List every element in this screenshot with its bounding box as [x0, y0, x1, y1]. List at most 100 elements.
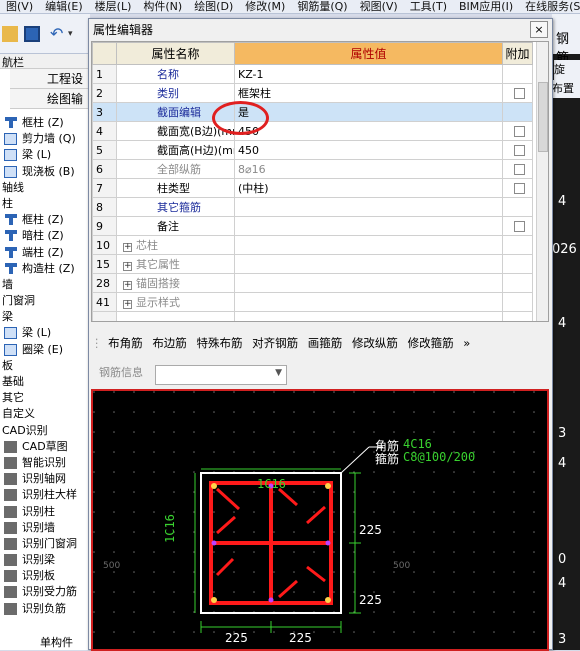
- property-row[interactable]: 3 截面编辑 是: [92, 102, 533, 122]
- nav-item[interactable]: 现浇板 (B): [0, 164, 89, 180]
- nav-item[interactable]: 剪力墙 (Q): [0, 131, 89, 147]
- nav-category[interactable]: 基础: [0, 374, 89, 390]
- property-row[interactable]: 6 全部纵筋 8⌀16: [92, 159, 533, 179]
- property-value[interactable]: [234, 254, 503, 274]
- scrollbar-thumb[interactable]: [538, 82, 548, 152]
- property-value[interactable]: (中柱): [234, 178, 503, 198]
- menu-item[interactable]: 钢筋量(Q): [291, 0, 353, 13]
- property-row[interactable]: 41 + 显示样式: [92, 292, 533, 312]
- menu-item[interactable]: 构件(N): [137, 0, 188, 13]
- extra-checkbox[interactable]: [514, 183, 525, 194]
- modify-stirrup-button[interactable]: 修改箍筋: [408, 332, 454, 354]
- property-value[interactable]: 8⌀16: [234, 159, 503, 179]
- property-row[interactable]: 28 + 锚固搭接: [92, 273, 533, 293]
- expand-icon[interactable]: +: [123, 281, 132, 290]
- nav-category[interactable]: 墙: [0, 277, 89, 293]
- extra-checkbox[interactable]: [514, 164, 525, 175]
- menu-item[interactable]: 工具(T): [404, 0, 453, 13]
- nav-item[interactable]: 梁 (L): [0, 325, 89, 341]
- open-icon[interactable]: [2, 26, 18, 42]
- special-bar-button[interactable]: 特殊布筋: [196, 332, 242, 354]
- property-row[interactable]: 9 备注: [92, 216, 533, 236]
- property-value[interactable]: 450: [234, 140, 503, 160]
- extra-checkbox[interactable]: [514, 88, 525, 99]
- property-value[interactable]: [234, 273, 503, 293]
- close-button[interactable]: ×: [530, 21, 548, 38]
- nav-item[interactable]: 识别柱: [0, 504, 89, 520]
- menu-item[interactable]: 修改(M): [239, 0, 291, 13]
- nav-item[interactable]: 识别板: [0, 568, 89, 584]
- drawing-input-button[interactable]: 绘图输: [10, 89, 89, 109]
- edge-bar-button[interactable]: 布边筋: [152, 332, 187, 354]
- menu-item[interactable]: 绘图(D): [188, 0, 239, 13]
- property-row[interactable]: 10 + 芯柱: [92, 235, 533, 255]
- nav-item[interactable]: 圈梁 (E): [0, 342, 89, 358]
- property-value[interactable]: [234, 292, 503, 312]
- nav-item[interactable]: 梁 (L): [0, 147, 89, 163]
- nav-item[interactable]: 识别轴网: [0, 471, 89, 487]
- extra-checkbox[interactable]: [514, 145, 525, 156]
- nav-item[interactable]: 识别负筋: [0, 601, 89, 617]
- row-number: 5: [92, 140, 117, 160]
- corner-bar-button[interactable]: 布角筋: [108, 332, 143, 354]
- nav-item[interactable]: 暗柱 (Z): [0, 228, 89, 244]
- nav-category[interactable]: 板: [0, 358, 89, 374]
- property-row[interactable]: 4截面宽(B边)(mm)450: [92, 121, 533, 141]
- property-value[interactable]: [234, 197, 503, 217]
- menu-item[interactable]: 图(V): [0, 0, 39, 13]
- nav-item[interactable]: 识别墙: [0, 520, 89, 536]
- nav-item[interactable]: 识别柱大样: [0, 487, 89, 503]
- menu-item[interactable]: 编辑(E): [39, 0, 89, 13]
- property-row[interactable]: 5 截面高(H边)(mm)450: [92, 140, 533, 160]
- nav-item[interactable]: 框柱 (Z): [0, 115, 89, 131]
- layout-label[interactable]: 布置: [552, 80, 580, 98]
- nav-item[interactable]: 框柱 (Z): [0, 212, 89, 228]
- extra-checkbox[interactable]: [514, 126, 525, 137]
- menu-item[interactable]: 在线服务(S): [519, 0, 580, 13]
- nav-category[interactable]: 柱: [0, 196, 89, 212]
- property-value[interactable]: [234, 235, 503, 255]
- property-value[interactable]: KZ-1: [234, 64, 503, 84]
- nav-category[interactable]: CAD识别: [0, 423, 89, 439]
- rebar-info-select[interactable]: ▼: [155, 365, 287, 385]
- save-icon[interactable]: [24, 26, 40, 42]
- nav-category[interactable]: 自定义: [0, 406, 89, 422]
- project-settings-button[interactable]: 工程设: [10, 69, 89, 89]
- expand-icon[interactable]: +: [123, 300, 132, 309]
- dropdown-arrow-icon[interactable]: ▾: [68, 26, 84, 42]
- undo-icon[interactable]: ↶: [50, 26, 66, 42]
- property-row[interactable]: 7 柱类型 (中柱): [92, 178, 533, 198]
- expand-icon[interactable]: +: [123, 243, 132, 252]
- property-row[interactable]: 15 + 其它属性: [92, 254, 533, 274]
- nav-item[interactable]: 端柱 (Z): [0, 245, 89, 261]
- property-value[interactable]: 框架柱: [234, 83, 503, 103]
- nav-item[interactable]: 识别门窗洞: [0, 536, 89, 552]
- property-value[interactable]: 是: [234, 102, 503, 122]
- nav-category[interactable]: 其它: [0, 390, 89, 406]
- section-canvas[interactable]: 角筋 4C16 箍筋 C8@100/200 1C16 1C16 225 225 …: [91, 389, 549, 651]
- nav-item[interactable]: 识别受力筋: [0, 584, 89, 600]
- nav-category[interactable]: 梁: [0, 309, 89, 325]
- modify-longitudinal-button[interactable]: 修改纵筋: [352, 332, 398, 354]
- nav-item[interactable]: 智能识别: [0, 455, 89, 471]
- rotate-label[interactable]: 旋: [554, 60, 580, 80]
- nav-item[interactable]: CAD草图: [0, 439, 89, 455]
- property-value[interactable]: 450: [234, 121, 503, 141]
- property-row[interactable]: 8 其它箍筋: [92, 197, 533, 217]
- property-row[interactable]: 2 类别 框架柱: [92, 83, 533, 103]
- nav-item[interactable]: 识别梁: [0, 552, 89, 568]
- property-row[interactable]: 1 名称 KZ-1: [92, 64, 533, 84]
- extra-checkbox[interactable]: [514, 221, 525, 232]
- draw-stirrup-button[interactable]: 画箍筋: [308, 332, 343, 354]
- menu-item[interactable]: 视图(V): [354, 0, 404, 13]
- menu-item[interactable]: 楼层(L): [89, 0, 138, 13]
- align-bar-button[interactable]: 对齐钢筋: [252, 332, 298, 354]
- property-value[interactable]: [234, 216, 503, 236]
- menu-item[interactable]: BIM应用(I): [453, 0, 519, 13]
- more-icon[interactable]: »: [463, 332, 470, 354]
- nav-footer[interactable]: 单构件: [40, 634, 73, 650]
- nav-category[interactable]: 门窗洞: [0, 293, 89, 309]
- expand-icon[interactable]: +: [123, 262, 132, 271]
- nav-category[interactable]: 轴线: [0, 180, 89, 196]
- nav-item[interactable]: 构造柱 (Z): [0, 261, 89, 277]
